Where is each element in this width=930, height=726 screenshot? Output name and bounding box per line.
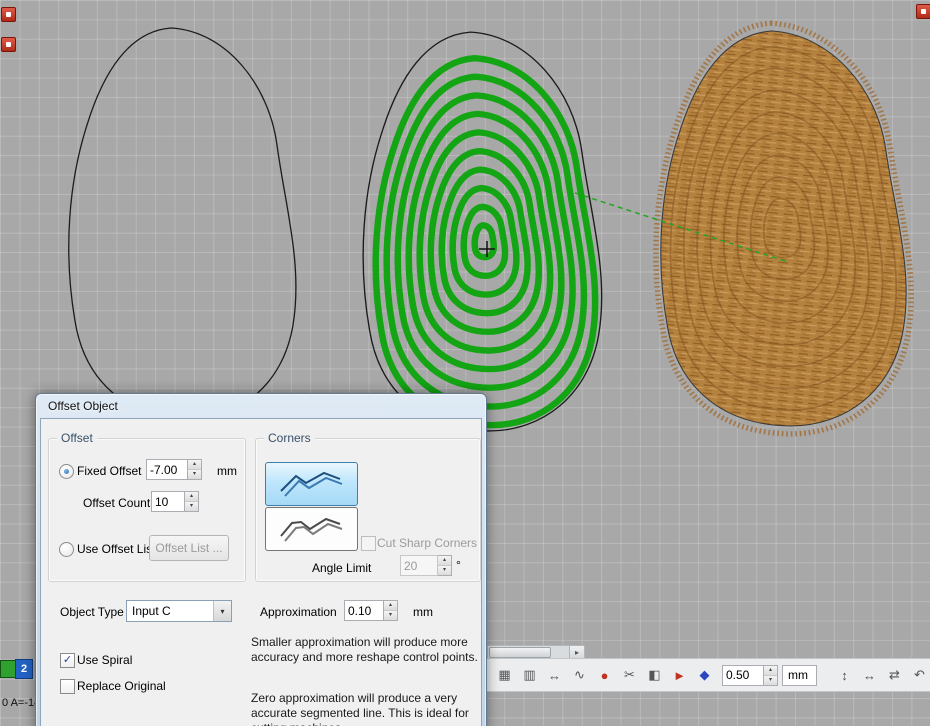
sharp-corner-style-button[interactable] [265, 462, 358, 506]
approximation-help-text: Smaller approximation will produce more … [251, 635, 479, 665]
dock-icon-glyph [6, 42, 11, 47]
offset-object-dialog: Offset Object Offset Fixed Offset ▴ ▾ mm… [35, 393, 487, 726]
flip-horizontal-icon[interactable]: ↔ [858, 663, 881, 687]
stitch-width-input[interactable] [722, 665, 764, 686]
cut-corner-style-icon [276, 513, 348, 545]
sharp-corner-style-icon [276, 468, 348, 500]
dock-red-icon-top-right[interactable] [916, 4, 930, 19]
dialog-title-bar[interactable]: Offset Object [40, 394, 482, 418]
replace-original-label: Replace Original [77, 679, 166, 693]
offset-list-button-label: Offset List ... [155, 541, 222, 555]
corners-group-label: Corners [264, 431, 315, 445]
stitch-width-spin-buttons: ▴ ▾ [764, 665, 778, 686]
use-spiral-label: Use Spiral [77, 653, 132, 667]
sequence-view-icon[interactable]: ▦ [493, 663, 516, 687]
fixed-offset-spin-buttons: ▴ ▾ [188, 459, 202, 480]
spin-up-icon[interactable]: ▴ [185, 492, 198, 502]
zero-approximation-help-text: Zero approximation will produce a very a… [251, 691, 479, 726]
dock-icon-glyph [921, 9, 926, 14]
approximation-label: Approximation [260, 605, 337, 619]
selected-color-number[interactable]: 2 [15, 659, 33, 679]
spin-down-icon[interactable]: ▾ [384, 611, 397, 620]
fixed-offset-unit: mm [217, 464, 237, 478]
angle-limit-spinner: ▴ ▾ [400, 555, 452, 576]
angle-limit-input [400, 555, 438, 576]
trim-icon[interactable]: ✂ [618, 663, 641, 687]
offset-group-label: Offset [57, 431, 97, 445]
use-offset-list-radio[interactable] [59, 542, 74, 557]
spin-down-icon: ▾ [438, 566, 451, 575]
use-offset-list-label: Use Offset List [77, 542, 155, 556]
fixed-offset-spinner: ▴ ▾ [146, 459, 202, 480]
mirror-copy-icon[interactable]: ⇄ [883, 663, 906, 687]
toolbar-icons-right: ↕↔⇄↶↷↺ [833, 663, 930, 687]
stitch-width-unit: mm [782, 665, 817, 686]
approximation-unit: mm [413, 605, 433, 619]
toolbar-icons-left: ▦▥↔∿●✂◧►◆ [493, 663, 716, 687]
offset-count-spinner: ▴ ▾ [151, 491, 199, 512]
replace-original-checkbox[interactable] [60, 679, 75, 694]
offset-count-label: Offset Count [83, 496, 150, 510]
spin-up-icon[interactable]: ▴ [764, 666, 777, 676]
approximation-spinner: ▴ ▾ [344, 600, 398, 621]
thread-color-icon[interactable]: ◆ [693, 663, 716, 687]
cut-sharp-corners-label: Cut Sharp Corners [377, 536, 477, 550]
angle-limit-spin-buttons: ▴ ▾ [438, 555, 452, 576]
outline-shape[interactable] [69, 28, 296, 419]
dock-red-icon-left[interactable] [1, 37, 16, 52]
swap-colors-icon[interactable]: ◧ [643, 663, 666, 687]
approximation-spin-buttons: ▴ ▾ [384, 600, 398, 621]
cut-sharp-corners-checkbox [361, 536, 376, 551]
offset-list-button: Offset List ... [149, 535, 229, 561]
dialog-body: Offset Fixed Offset ▴ ▾ mm Offset Count … [40, 418, 482, 726]
design-canvas[interactable]: ▸ ▦▥↔∿●✂◧►◆ ▴ ▾ mm ↕↔⇄↶↷↺ 2 0 A=-14 Offs… [0, 0, 930, 726]
dialog-title: Offset Object [48, 399, 118, 413]
thread-color-swatch[interactable] [0, 660, 16, 678]
offset-spiral-shape[interactable] [363, 32, 602, 431]
dropdown-arrow-icon[interactable]: ▾ [213, 601, 231, 621]
start-point-icon[interactable]: ► [668, 663, 691, 687]
cut-corner-style-button[interactable] [265, 507, 358, 551]
fixed-offset-input[interactable] [146, 459, 188, 480]
spin-down-icon[interactable]: ▾ [764, 676, 777, 685]
stitch-wave-icon[interactable]: ∿ [568, 663, 591, 687]
spin-up-icon[interactable]: ▴ [384, 601, 397, 611]
corners-group: Corners Cut Sharp Corners Angle Limit [255, 438, 481, 582]
fixed-offset-radio[interactable] [59, 464, 74, 479]
object-type-dropdown[interactable]: Input C ▾ [126, 600, 232, 622]
approximation-input[interactable] [344, 600, 384, 621]
spin-up-icon: ▴ [438, 556, 451, 566]
fixed-offset-label: Fixed Offset [77, 464, 141, 478]
dock-icon-glyph [6, 12, 11, 17]
spin-down-icon[interactable]: ▾ [185, 502, 198, 511]
spin-down-icon[interactable]: ▾ [188, 470, 201, 479]
stop-point-icon[interactable]: ● [593, 663, 616, 687]
object-type-label: Object Type [60, 605, 124, 619]
stitched-shape[interactable] [656, 23, 911, 434]
scrollbar-thumb[interactable] [489, 647, 551, 658]
stitch-width-spinner: ▴ ▾ [722, 665, 778, 686]
angle-limit-unit: ° [456, 558, 461, 572]
rotate-ccw-icon[interactable]: ↶ [908, 663, 930, 687]
grid-icon[interactable]: ▥ [518, 663, 541, 687]
object-type-value: Input C [127, 604, 213, 618]
flip-vertical-icon[interactable]: ↕ [833, 663, 856, 687]
bottom-toolbar: ▦▥↔∿●✂◧►◆ ▴ ▾ mm ↕↔⇄↶↷↺ [487, 658, 930, 692]
offset-count-spin-buttons: ▴ ▾ [185, 491, 199, 512]
measure-icon[interactable]: ↔ [543, 663, 566, 687]
dock-red-icon-top-left[interactable] [1, 7, 16, 22]
angle-limit-label: Angle Limit [312, 561, 371, 575]
offset-group: Offset Fixed Offset ▴ ▾ mm Offset Count … [48, 438, 246, 582]
offset-count-input[interactable] [151, 491, 185, 512]
use-spiral-checkbox[interactable]: ✓ [60, 653, 75, 668]
spin-up-icon[interactable]: ▴ [188, 460, 201, 470]
